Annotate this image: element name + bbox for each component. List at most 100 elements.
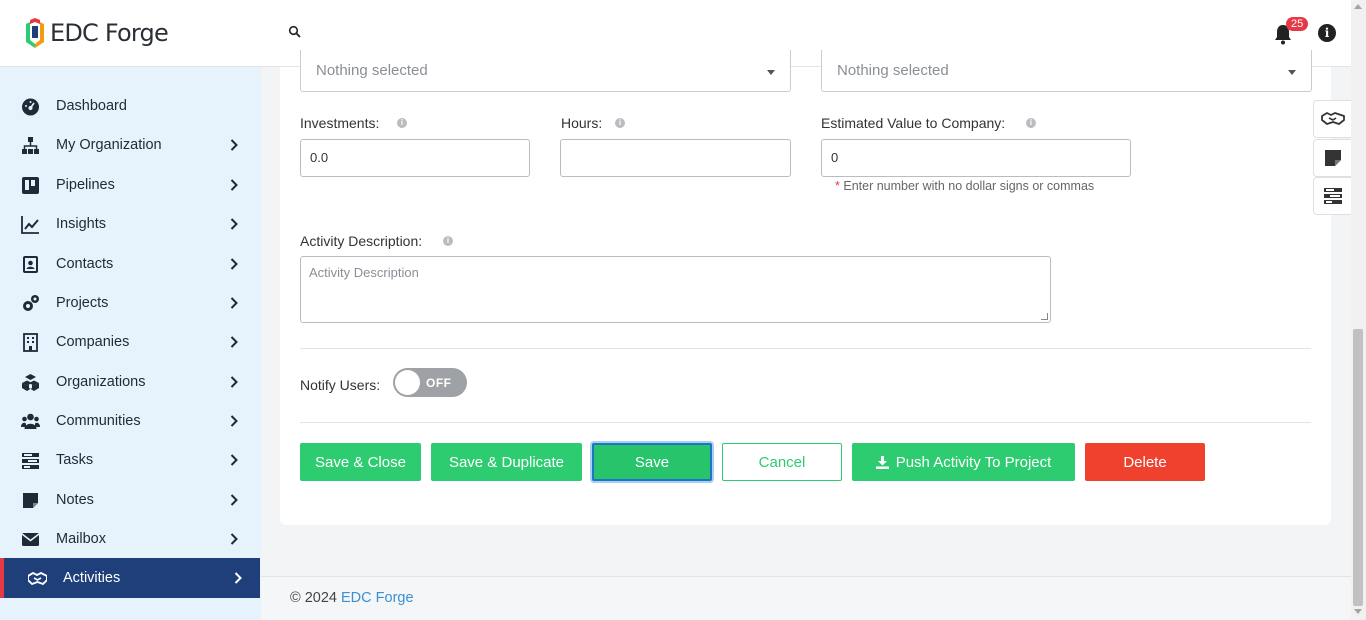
gears-icon — [23, 294, 39, 311]
hours-label: Hours: — [561, 115, 603, 131]
pipelines-icon — [22, 176, 39, 194]
chevron-right-icon — [230, 297, 238, 309]
sidebar-item-my-organization[interactable]: My Organization — [0, 125, 260, 165]
activities-shortcut-button[interactable] — [1313, 100, 1351, 138]
sidebar-item-tasks[interactable]: Tasks — [0, 440, 260, 480]
chart-line-icon — [21, 215, 39, 234]
tasks-shortcut-button[interactable] — [1313, 177, 1351, 215]
chevron-right-icon — [230, 218, 238, 230]
edc-forge-logo-icon — [26, 18, 44, 48]
chevron-right-icon — [234, 572, 242, 584]
investments-input[interactable]: 0.0 — [300, 139, 530, 177]
sidebar-item-label: Contacts — [56, 256, 114, 272]
sidebar-item-mailbox[interactable]: Mailbox — [0, 519, 260, 559]
sidebar-item-label: Projects — [56, 295, 109, 311]
sidebar-item-companies[interactable]: Companies — [0, 322, 260, 362]
users-icon — [21, 413, 40, 429]
handshake-icon — [1320, 112, 1345, 125]
sidebar-item-projects[interactable]: Projects — [0, 283, 260, 323]
investments-label: Investments: — [300, 115, 380, 131]
hours-input[interactable] — [560, 139, 791, 177]
select-left[interactable]: Nothing selected — [300, 50, 791, 92]
info-icon[interactable]: i — [1318, 24, 1336, 42]
tasks-icon — [1323, 188, 1342, 204]
info-icon[interactable]: i — [615, 118, 625, 128]
copyright-text: © 2024 — [290, 590, 337, 606]
push-activity-label: Push Activity To Project — [895, 453, 1052, 471]
sidebar-item-organizations[interactable]: Organizations — [0, 362, 260, 402]
app-logo[interactable]: EDC Forge — [24, 18, 169, 48]
delete-button[interactable]: Delete — [1085, 443, 1205, 481]
resize-handle-icon[interactable] — [1041, 313, 1048, 320]
info-icon[interactable]: i — [1026, 118, 1036, 128]
app-name: EDC Forge — [50, 19, 169, 47]
push-activity-button[interactable]: Push Activity To Project — [852, 443, 1075, 481]
sidebar-item-label: Insights — [56, 216, 106, 232]
sticky-note-icon — [23, 492, 38, 508]
sidebar-item-insights[interactable]: Insights — [0, 204, 260, 244]
sidebar: Dashboard My Organization Pipelines Insight… — [0, 67, 261, 620]
cancel-button[interactable]: Cancel — [722, 443, 842, 481]
estimated-value-label: Estimated Value to Company: — [821, 115, 1006, 131]
sidebar-item-label: Companies — [56, 334, 130, 350]
sidebar-item-notes[interactable]: Notes — [0, 480, 260, 520]
chevron-right-icon — [230, 533, 238, 545]
info-icon[interactable]: i — [443, 236, 453, 246]
toggle-state-label: OFF — [426, 376, 452, 390]
notify-users-toggle[interactable]: OFF — [393, 368, 467, 397]
sidebar-item-label: Mailbox — [56, 531, 106, 547]
hint-text: Enter number with no dollar signs or com… — [843, 179, 1095, 193]
sidebar-item-label: Communities — [56, 413, 141, 429]
scrollbar-thumb[interactable] — [1353, 329, 1363, 606]
notify-users-label: Notify Users: — [300, 377, 381, 393]
caret-down-icon — [1288, 70, 1296, 75]
chevron-right-icon — [230, 336, 238, 348]
select-right-value: Nothing selected — [837, 62, 949, 79]
notification-count-badge: 25 — [1286, 17, 1309, 31]
chevron-right-icon — [230, 376, 238, 388]
sidebar-item-communities[interactable]: Communities — [0, 401, 260, 441]
scroll-down-arrow-icon[interactable] — [1354, 609, 1362, 614]
sidebar-item-label: Notes — [56, 492, 94, 508]
estimated-value-hint: * Enter number with no dollar signs or c… — [835, 179, 1094, 193]
sidebar-item-contacts[interactable]: Contacts — [0, 244, 260, 284]
chevron-right-icon — [230, 258, 238, 270]
notes-shortcut-button[interactable] — [1313, 139, 1351, 177]
save-close-button[interactable]: Save & Close — [300, 443, 421, 481]
scroll-up-arrow-icon[interactable] — [1354, 4, 1362, 9]
chevron-right-icon — [230, 454, 238, 466]
required-star: * — [835, 179, 840, 193]
cubes-icon — [22, 373, 39, 391]
sidebar-item-dashboard[interactable]: Dashboard — [0, 86, 260, 126]
save-button[interactable]: Save — [592, 443, 712, 481]
chevron-right-icon — [230, 139, 238, 151]
page-footer: © 2024 EDC Forge — [261, 576, 1351, 620]
search-icon[interactable] — [288, 25, 302, 39]
sidebar-item-activities[interactable]: Activities — [0, 558, 260, 598]
activity-description-placeholder: Activity Description — [309, 265, 419, 280]
activity-description-textarea[interactable]: Activity Description — [300, 256, 1051, 323]
select-right[interactable]: Nothing selected — [821, 50, 1312, 92]
sidebar-item-label: Tasks — [56, 452, 94, 468]
building-icon — [23, 332, 38, 352]
footer-link[interactable]: EDC Forge — [341, 590, 414, 606]
divider — [300, 422, 1311, 423]
caret-down-icon — [767, 70, 775, 75]
dashboard-icon — [22, 98, 39, 115]
info-icon[interactable]: i — [397, 118, 407, 128]
sticky-note-icon — [1324, 150, 1341, 166]
divider — [300, 348, 1311, 349]
org-chart-icon — [22, 136, 39, 154]
footer-copyright: © 2024 EDC Forge — [290, 590, 414, 606]
save-duplicate-button[interactable]: Save & Duplicate — [431, 443, 582, 481]
chevron-right-icon — [230, 494, 238, 506]
sidebar-item-pipelines[interactable]: Pipelines — [0, 165, 260, 205]
sidebar-item-label: Dashboard — [56, 98, 127, 114]
select-left-value: Nothing selected — [316, 62, 428, 79]
estimated-value-input[interactable]: 0 — [821, 139, 1131, 177]
chevron-right-icon — [230, 179, 238, 191]
sidebar-item-label: Pipelines — [56, 177, 115, 193]
handshake-icon — [28, 571, 47, 585]
activity-description-label: Activity Description: — [300, 233, 423, 249]
envelope-icon — [21, 532, 40, 546]
